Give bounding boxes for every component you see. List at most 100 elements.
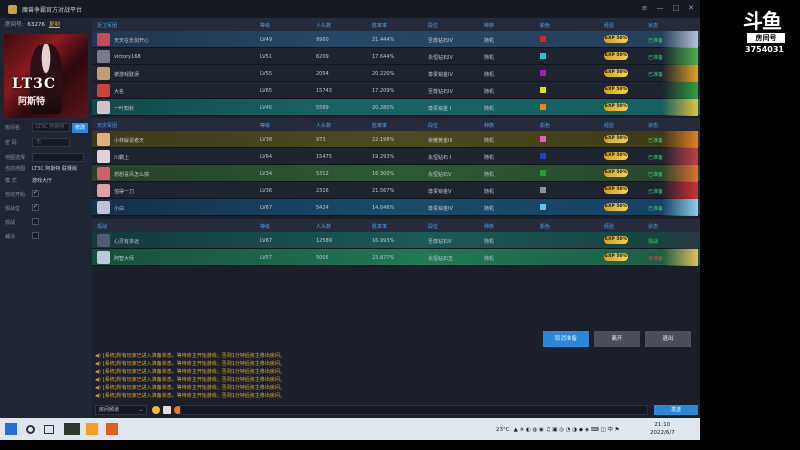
player-row[interactable]: 大名 LV65 15743 17.209% 至尊钻石IV 随机 EXP 50% [92, 82, 700, 99]
player-kills: 5005 [316, 255, 329, 261]
speaker-icon: ◀) [95, 353, 101, 359]
map-select-label: 地图选择 [5, 155, 26, 161]
hero-portrait [662, 31, 698, 48]
close-icon[interactable]: ✕ [688, 4, 694, 12]
player-race: 随机 [484, 172, 495, 178]
player-rate: 23.877% [372, 255, 395, 261]
tray-icons[interactable]: ▲ ✈ ◐ ◍ ◉ ♫ ▣ ◎ ◔ ◑ ◆ ◈ ⌨ ◫ 中 ⚑ [514, 427, 620, 433]
header-rank: 段位 [428, 123, 439, 129]
player-status: 已准备 [648, 72, 664, 78]
player-row[interactable]: 阿智大师 LV57 5005 23.877% 永恒钻石五 随机 EXP 50% 未准备 [92, 249, 700, 266]
player-name: 被游戏耽误 [114, 72, 140, 78]
player-row[interactable]: 小林解说者天 LV38 973 22.198% 荣耀黄金III 随机 EXP 50% 已准备 [92, 131, 700, 148]
header-race: 种族 [484, 123, 495, 129]
exit-button[interactable]: 退出 [645, 331, 691, 347]
leave-button[interactable]: 离开 [594, 331, 640, 347]
observer-header: 观战 等级 人头数 胜率率 段位 种族 颜色 经验 状态 [92, 219, 700, 232]
exp-badge: EXP 50% [604, 203, 628, 211]
player-row[interactable]: 一叶知秋 LV46 5589 20.280% 尊贵铂金 I 随机 EXP 50% [92, 99, 700, 116]
player-color-swatch[interactable] [540, 87, 546, 93]
room-name-input[interactable]: LT3C 阿斯特 [32, 123, 70, 132]
minimize-icon[interactable]: — [657, 4, 664, 12]
copy-link[interactable]: 复制 [49, 22, 60, 28]
player-rate: 16.993% [372, 238, 395, 244]
player-name: victory168 [114, 54, 141, 60]
clock[interactable]: 21:10 2022/6/7 [650, 421, 675, 437]
player-rank: 永恒钻石IV [428, 55, 453, 61]
menu-icon[interactable]: ≡ [642, 4, 648, 12]
option-label-observer-slot: 观战位 [5, 206, 21, 212]
folder-app-icon[interactable] [86, 423, 98, 435]
player-rank: 尊贵铂金V [428, 189, 452, 195]
player-row[interactable]: 心灵有多远 LV67 12589 16.993% 至尊钻石V 随机 EXP 50% 观战 [92, 232, 700, 249]
player-rank: 永恒钻石五 [428, 256, 454, 262]
referee-checkbox[interactable] [32, 232, 39, 239]
player-row[interactable]: 怕得一刀 LV36 2316 21.567% 尊贵铂金V 随机 EXP 50% 已准备 [92, 182, 700, 199]
room-badge: 房间号 [747, 33, 785, 43]
password-input[interactable]: 无 [32, 138, 70, 147]
player-color-swatch[interactable] [540, 53, 546, 59]
player-name: 一叶知秋 [114, 106, 135, 112]
auto-start-checkbox[interactable] [32, 189, 39, 197]
chat-bar: 房间频道 ⌄ 发送 [92, 404, 700, 416]
header-race: 种族 [484, 224, 495, 230]
player-color-swatch[interactable] [540, 136, 546, 142]
player-color-swatch[interactable] [540, 153, 546, 159]
map-select-input[interactable] [32, 153, 84, 162]
header-team-name: 近卫军团 [97, 23, 118, 29]
player-race: 随机 [484, 239, 495, 245]
warcraft-app-icon[interactable] [64, 423, 80, 435]
player-row[interactable]: 天天在长剑开心 LV49 9960 21.444% 至尊钻石IV 随机 EXP 50% 已准备 [92, 31, 700, 48]
send-button[interactable]: 发送 [654, 405, 698, 415]
player-row[interactable]: 被游戏耽误 LV55 2054 20.220% 尊贵铂金IV 随机 EXP 50% 已准备 [92, 65, 700, 82]
emoji-icon[interactable] [152, 406, 160, 414]
player-level: LV51 [260, 54, 273, 60]
app-icon[interactable] [106, 423, 118, 435]
task-view-icon[interactable] [44, 425, 54, 434]
exp-badge: EXP 50% [604, 152, 628, 160]
search-icon[interactable] [26, 425, 35, 434]
player-level: LV67 [260, 205, 273, 211]
observe-checkbox[interactable] [32, 218, 39, 225]
player-row[interactable]: victory168 LV51 6209 17.644% 永恒钻石IV 随机 EXP 50%… [92, 48, 700, 65]
player-kills: 15475 [316, 154, 332, 160]
player-color-swatch[interactable] [540, 104, 546, 110]
chat-input[interactable] [180, 405, 648, 415]
player-row[interactable]: 想想喜风怎么搞 LV34 5312 16.300% 永恒钻石V 随机 EXP 50% 已准备 [92, 165, 700, 182]
observer-slot-checkbox[interactable] [32, 203, 39, 211]
channel-select[interactable]: 房间频道 ⌄ [95, 405, 147, 415]
exp-badge: EXP 50% [604, 169, 628, 177]
player-color-swatch[interactable] [540, 187, 546, 193]
player-color-swatch[interactable] [540, 204, 546, 210]
player-rank: 至尊钻石IV [428, 89, 453, 95]
header-status: 状态 [648, 224, 659, 230]
maximize-icon[interactable]: □ [673, 4, 680, 12]
chat-line: ◀) [系统]所有玩家已进入准备状态，等待房主开始游戏，否则1分钟后房主移出房间。 [95, 352, 285, 359]
player-row[interactable]: 川霸上 LV64 15475 19.293% 永恒钻石 I 随机 EXP 50% 已准备 [92, 148, 700, 165]
player-kills: 9960 [316, 37, 329, 43]
start-icon[interactable] [5, 423, 17, 435]
player-row[interactable]: 小白 LV67 5424 14.646% 尊贵铂金IV 随机 EXP 50% 已准备 [92, 199, 700, 216]
speaker-icon: ◀) [95, 361, 101, 367]
chat-line: ◀) [系统]所有玩家已进入准备状态，等待房主开始游戏，否则1分钟后房主移出房间。 [95, 392, 285, 399]
exp-badge: EXP 50% [604, 86, 628, 94]
player-race: 随机 [484, 155, 495, 161]
cancel-ready-button[interactable]: 取消准备 [543, 331, 589, 347]
password-label: 密 码 [5, 140, 17, 146]
header-kills: 人头数 [316, 224, 332, 230]
hero-portrait [662, 182, 698, 199]
exp-badge: EXP 50% [604, 135, 628, 143]
image-icon[interactable] [163, 406, 171, 414]
header-rank: 段位 [428, 23, 439, 29]
channel-label: 房间频道 [99, 407, 120, 413]
player-kills: 5424 [316, 205, 329, 211]
player-color-swatch[interactable] [540, 70, 546, 76]
player-color-swatch[interactable] [540, 170, 546, 176]
chat-text: [系统]所有玩家已进入准备状态，等待房主开始游戏，否则1分钟后房主移出房间。 [102, 353, 285, 359]
mode-label: 模 式 [5, 178, 17, 184]
hero-portrait [662, 131, 698, 148]
player-color-swatch[interactable] [540, 36, 546, 42]
player-race: 随机 [484, 89, 495, 95]
speaker-icon: ◀) [95, 369, 101, 375]
modify-button[interactable]: 修改 [72, 123, 88, 133]
